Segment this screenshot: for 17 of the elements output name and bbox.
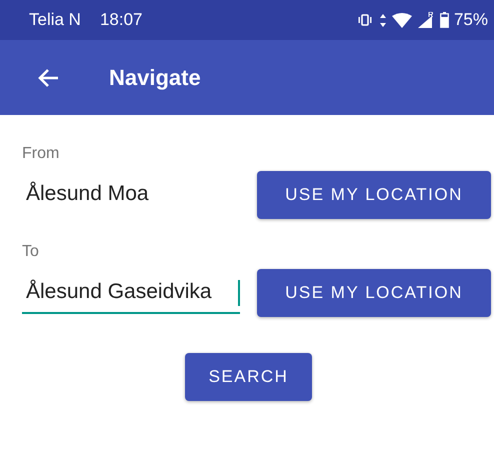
input-field[interactable]: Ålesund Moa xyxy=(22,174,240,216)
use-location-button[interactable]: USE MY LOCATION xyxy=(257,171,491,219)
wifi-icon xyxy=(392,12,412,28)
field-label: To xyxy=(22,243,39,261)
signal-icon xyxy=(416,12,435,28)
screen-title: Navigate xyxy=(109,64,201,90)
data-arrows-icon xyxy=(378,14,387,26)
vibrate-icon xyxy=(356,14,374,26)
input-field[interactable]: Ålesund Gaseidvika xyxy=(22,272,240,314)
field-label: From xyxy=(22,145,60,163)
use-location-button[interactable]: USE MY LOCATION xyxy=(257,269,491,317)
search-button[interactable]: SEARCH xyxy=(185,353,312,401)
clock: 18:07 xyxy=(100,10,143,30)
back-arrow-icon[interactable] xyxy=(37,68,59,88)
carrier-name: Telia N xyxy=(29,10,81,30)
battery-level: 75% xyxy=(454,10,488,30)
battery-icon xyxy=(440,12,449,28)
